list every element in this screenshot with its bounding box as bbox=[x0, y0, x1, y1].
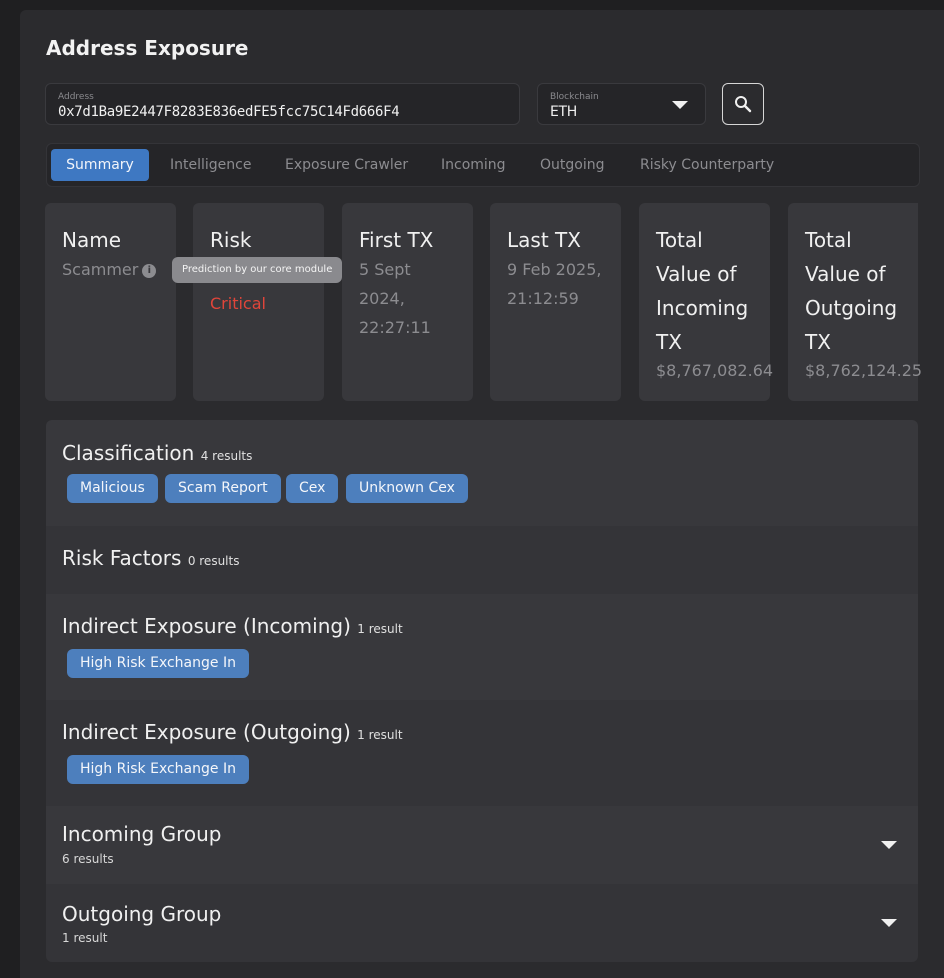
card-name-value: Scammer bbox=[62, 260, 139, 279]
tag-scam-report: Scam Report bbox=[165, 474, 281, 503]
card-name-heading: Name bbox=[62, 228, 122, 252]
card-last-tx: Last TX 9 Feb 2025, 21:12:59 bbox=[490, 203, 621, 401]
tab-intelligence[interactable]: Intelligence bbox=[170, 149, 251, 181]
card-risk-value: Critical bbox=[210, 294, 266, 313]
result-count: 0 results bbox=[187, 554, 240, 568]
card-last-tx-heading: Last TX bbox=[507, 228, 581, 252]
address-exposure-panel: Address Exposure Address 0x7d1Ba9E2447F8… bbox=[20, 10, 944, 978]
tag-high-risk-exchange-in: High Risk Exchange In bbox=[67, 649, 249, 678]
card-outgoing-value: Total Value of Outgoing TX $8,762,124.25 bbox=[788, 203, 922, 401]
section-risk-factors: Risk Factors 0 results bbox=[46, 526, 918, 594]
section-incoming-group[interactable]: Incoming Group 6 results bbox=[46, 806, 918, 884]
card-outgoing-amount: $8,762,124.25 bbox=[805, 361, 923, 380]
search-icon bbox=[735, 96, 752, 113]
section-title-text: Classification bbox=[62, 441, 195, 465]
heading-line: TX bbox=[656, 330, 682, 354]
tab-bar: Summary Intelligence Exposure Crawler In… bbox=[46, 143, 920, 187]
tag-high-risk-exchange-in: High Risk Exchange In bbox=[67, 755, 249, 784]
section-title-text: Indirect Exposure (Outgoing) bbox=[62, 720, 351, 744]
tab-outgoing[interactable]: Outgoing bbox=[540, 149, 604, 181]
heading-line: Outgoing bbox=[805, 296, 898, 320]
card-first-tx: First TX 5 Sept 2024, 22:27:11 bbox=[342, 203, 473, 401]
card-risk-heading: Risk bbox=[210, 228, 252, 252]
chevron-down-icon bbox=[672, 101, 688, 109]
section-title: Incoming Group bbox=[62, 822, 222, 846]
page-title: Address Exposure bbox=[46, 36, 249, 60]
card-last-tx-line: 21:12:59 bbox=[507, 289, 579, 308]
card-name-value-row: Scammer i bbox=[62, 255, 157, 284]
section-title-text: Risk Factors bbox=[62, 546, 182, 570]
tab-risky-counterparty[interactable]: Risky Counterparty bbox=[640, 149, 774, 181]
address-value: 0x7d1Ba9E2447F8283E836edFE5fcc75C14Fd666… bbox=[58, 104, 400, 120]
info-icon[interactable]: i bbox=[142, 263, 157, 278]
card-incoming-amount: $8,767,082.64 bbox=[656, 361, 774, 380]
section-title-text: Indirect Exposure (Incoming) bbox=[62, 614, 351, 638]
tab-incoming[interactable]: Incoming bbox=[441, 149, 506, 181]
card-first-tx-line: 5 Sept bbox=[359, 260, 411, 279]
section-indirect-exposure-incoming: Indirect Exposure (Incoming) 1 result Hi… bbox=[46, 594, 918, 700]
card-name: Name Scammer i bbox=[45, 203, 176, 401]
blockchain-value: ETH bbox=[550, 104, 578, 120]
blockchain-select[interactable]: Blockchain ETH bbox=[537, 83, 706, 125]
tab-summary[interactable]: Summary bbox=[51, 149, 149, 181]
section-title: Indirect Exposure (Incoming) 1 result bbox=[62, 614, 403, 638]
heading-line: Value of bbox=[656, 262, 737, 286]
section-title: Classification 4 results bbox=[62, 441, 252, 465]
result-count: 6 results bbox=[62, 852, 114, 866]
card-incoming-value: Total Value of Incoming TX $8,767,082.64 bbox=[639, 203, 774, 401]
section-title: Risk Factors 0 results bbox=[62, 546, 239, 570]
tag-unknown-cex: Unknown Cex bbox=[346, 474, 468, 503]
tag-malicious: Malicious bbox=[67, 474, 158, 503]
chevron-down-icon[interactable] bbox=[881, 841, 897, 849]
heading-line: Incoming bbox=[656, 296, 749, 320]
result-count: 4 results bbox=[200, 449, 253, 463]
heading-line: TX bbox=[805, 330, 831, 354]
section-title: Outgoing Group bbox=[62, 902, 222, 926]
address-field[interactable]: Address 0x7d1Ba9E2447F8283E836edFE5fcc75… bbox=[45, 83, 520, 125]
result-count: 1 result bbox=[357, 728, 403, 742]
section-outgoing-group[interactable]: Outgoing Group 1 result bbox=[46, 884, 918, 962]
card-risk: Risk Critical bbox=[193, 203, 324, 401]
address-label: Address bbox=[58, 92, 94, 102]
risk-tooltip: Prediction by our core module bbox=[172, 257, 343, 283]
tag-cex: Cex bbox=[286, 474, 339, 503]
card-last-tx-value: 9 Feb 2025, 21:12:59 bbox=[507, 255, 601, 313]
blockchain-label: Blockchain bbox=[550, 92, 599, 102]
heading-line: Value of bbox=[805, 262, 886, 286]
card-incoming-heading: Total Value of Incoming TX bbox=[656, 223, 748, 359]
heading-line: Total bbox=[805, 228, 852, 252]
card-first-tx-line: 22:27:11 bbox=[359, 318, 431, 337]
chevron-down-icon[interactable] bbox=[881, 919, 897, 927]
tab-exposure-crawler[interactable]: Exposure Crawler bbox=[285, 149, 408, 181]
card-first-tx-line: 2024, bbox=[359, 289, 405, 308]
result-count: 1 result bbox=[62, 931, 108, 945]
section-indirect-exposure-outgoing: Indirect Exposure (Outgoing) 1 result Hi… bbox=[46, 700, 918, 806]
section-classification: Classification 4 results Malicious Scam … bbox=[46, 420, 918, 526]
card-last-tx-line: 9 Feb 2025, bbox=[507, 260, 602, 279]
section-title: Indirect Exposure (Outgoing) 1 result bbox=[62, 720, 403, 744]
result-count: 1 result bbox=[357, 622, 403, 636]
heading-line: Total bbox=[656, 228, 703, 252]
search-button[interactable] bbox=[722, 83, 764, 125]
card-first-tx-value: 5 Sept 2024, 22:27:11 bbox=[359, 255, 431, 342]
card-outgoing-heading: Total Value of Outgoing TX bbox=[805, 223, 897, 359]
card-first-tx-heading: First TX bbox=[359, 228, 434, 252]
